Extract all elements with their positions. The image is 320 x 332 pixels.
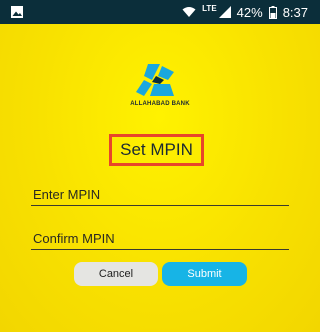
confirm-mpin-input[interactable] [31,227,289,249]
wifi-icon [182,7,196,17]
confirm-mpin-field [31,227,289,250]
submit-button[interactable]: Submit [162,262,247,286]
mpin-input[interactable] [31,183,289,205]
image-icon [11,6,23,18]
bank-name: ALLAHABAD BANK [130,101,190,107]
page-title-text: Set MPIN [120,140,193,159]
battery-icon [268,5,277,19]
clock-time: 8:37 [282,4,308,20]
status-indicators: LTE 42% 8:37 [182,0,308,24]
mpin-field [31,183,289,206]
cancel-button[interactable]: Cancel [74,262,158,286]
network-type-label: LTE [202,3,217,13]
signal-icon [218,6,231,18]
page-title: Set MPIN [109,134,204,166]
battery-percent: 42% [236,4,263,20]
status-bar: LTE 42% 8:37 [0,0,320,24]
